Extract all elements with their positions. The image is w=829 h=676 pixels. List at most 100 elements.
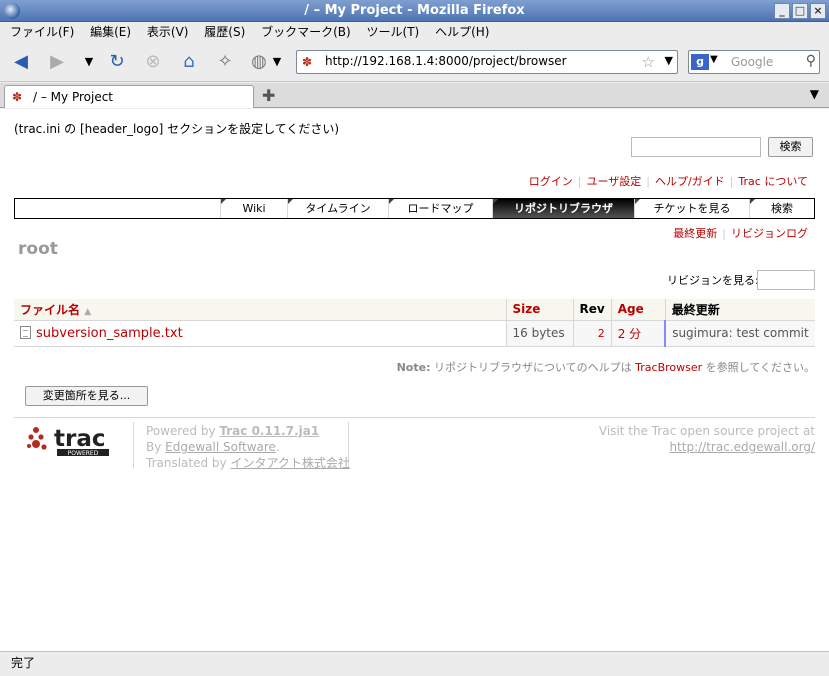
page-title: root <box>18 239 58 259</box>
help-guide-link[interactable]: ヘルプ/ガイド <box>655 175 725 188</box>
bookmark-star-icon[interactable]: ✧ <box>214 52 236 72</box>
bookmark-page-star-icon[interactable]: ☆ <box>642 53 655 71</box>
file-name-cell[interactable]: subversion_sample.txt <box>14 320 506 347</box>
navigation-toolbar: ◀ ▶ ▼ ↻ ⊗ ⌂ ✧ ◍ ▼ ✽ http://192.168.1.4:8… <box>0 42 829 82</box>
nav-browse-source[interactable]: リポジトリブラウザ <box>492 199 634 218</box>
column-header-size[interactable]: Size <box>505 299 573 321</box>
menu-tools[interactable]: ツール(T) <box>367 25 420 39</box>
close-icon[interactable]: × <box>810 3 826 19</box>
file-rev-link[interactable]: 2 <box>572 320 612 347</box>
status-bar: 完了 <box>0 651 829 676</box>
menu-file[interactable]: ファイル(F) <box>10 25 74 39</box>
back-icon[interactable]: ◀ <box>10 52 32 72</box>
column-header-name[interactable]: ファイル名 ▲ <box>14 299 506 321</box>
globe-dropdown-icon[interactable]: ▼ <box>266 52 288 72</box>
by-text: By <box>146 440 162 454</box>
column-header-last-change: 最終更新 <box>664 299 815 321</box>
visit-trac-block: Visit the Trac open source project at ht… <box>599 423 815 455</box>
new-tab-icon[interactable]: ✚ <box>262 86 275 105</box>
forward-icon[interactable]: ▶ <box>46 52 68 72</box>
menu-history[interactable]: 履歴(S) <box>204 25 245 39</box>
menu-bookmarks[interactable]: ブックマーク(B) <box>261 25 351 39</box>
tab-list-dropdown-icon[interactable]: ▼ <box>810 87 819 101</box>
file-name-link[interactable]: subversion_sample.txt <box>36 326 183 341</box>
nav-view-tickets[interactable]: チケットを見る <box>634 199 749 218</box>
maximize-icon[interactable]: □ <box>792 3 808 19</box>
tab-my-project[interactable]: ✽ / – My Project <box>4 85 254 108</box>
revision-log-link[interactable]: リビジョンログ <box>731 227 808 240</box>
search-placeholder: Google <box>731 55 774 69</box>
help-note-text: リポジトリブラウザについてのヘルプは <box>433 361 632 374</box>
directory-listing: ファイル名 ▲ Size Rev Age 最終更新 subversion_sam… <box>14 299 815 347</box>
status-text: 完了 <box>11 656 36 670</box>
nav-roadmap[interactable]: ロードマップ <box>388 199 492 218</box>
meta-navigation: ログイン | ユーザ設定 | ヘルプ/ガイド | Trac について <box>528 175 808 188</box>
context-navigation: 最終更新 | リビジョンログ <box>673 227 808 240</box>
translated-by-text: Translated by <box>146 456 227 470</box>
page-content: (trac.ini の [header_logo] セクションを設定してください… <box>0 109 829 651</box>
nav-search[interactable]: 検索 <box>749 199 814 218</box>
trac-browser-link[interactable]: TracBrowser <box>635 361 702 374</box>
preferences-link[interactable]: ユーザ設定 <box>586 175 641 188</box>
powered-by-text: Powered by <box>146 424 216 438</box>
trac-version-link[interactable]: Trac 0.11.7.ja1 <box>219 424 319 438</box>
reload-icon[interactable]: ↻ <box>106 52 128 72</box>
url-bar[interactable]: ✽ http://192.168.1.4:8000/project/browse… <box>296 50 678 74</box>
trac-search-button[interactable]: 検索 <box>768 137 813 157</box>
minimize-icon[interactable]: _ <box>774 3 790 19</box>
menu-edit[interactable]: 編集(E) <box>90 25 131 39</box>
login-link[interactable]: ログイン <box>529 175 573 188</box>
file-size-cell: 16 bytes <box>505 320 573 347</box>
tab-favicon-icon: ✽ <box>12 90 23 104</box>
help-note-suffix: を参照してください。 <box>705 361 815 374</box>
url-text: http://192.168.1.4:8000/project/browser <box>325 54 567 68</box>
tab-label: / – My Project <box>33 90 113 104</box>
home-icon[interactable]: ⌂ <box>178 52 200 72</box>
nav-wiki[interactable]: Wiki <box>220 199 287 218</box>
menu-bar: ファイル(F) 編集(E) 表示(V) 履歴(S) ブックマーク(B) ツール(… <box>0 22 829 42</box>
trac-website-link[interactable]: http://trac.edgewall.org/ <box>599 439 815 455</box>
history-dropdown-icon[interactable]: ▼ <box>78 52 100 72</box>
revision-input[interactable] <box>757 270 815 290</box>
stop-icon[interactable]: ⊗ <box>142 52 164 72</box>
trac-logo[interactable]: trac POWERED <box>27 423 111 457</box>
file-age-link[interactable]: 2 分 <box>610 320 666 347</box>
nav-timeline[interactable]: タイムライン <box>287 199 388 218</box>
header-logo-note: (trac.ini の [header_logo] セクションを設定してください… <box>14 122 340 136</box>
sort-ascending-icon: ▲ <box>84 306 92 317</box>
visit-text: Visit the Trac open source project at <box>598 424 815 438</box>
engine-dropdown-icon[interactable]: ▼ <box>710 54 718 65</box>
by-period: . <box>275 440 280 454</box>
file-icon <box>20 325 31 339</box>
tab-bar: ✽ / – My Project ✚ ▼ <box>0 83 829 108</box>
url-dropdown-icon[interactable]: ▼ <box>665 54 673 67</box>
view-changes-button[interactable]: 変更箇所を見る... <box>25 386 148 406</box>
trac-logo-subtext: POWERED <box>68 450 99 457</box>
last-change-link[interactable]: 最終更新 <box>673 227 717 240</box>
footer-divider <box>14 417 815 418</box>
trac-search-input[interactable] <box>631 137 761 157</box>
site-favicon-icon: ✽ <box>302 55 313 69</box>
google-engine-icon[interactable]: g <box>691 54 709 70</box>
table-row: subversion_sample.txt 16 bytes 2 2 分 sug… <box>14 320 815 347</box>
edgewall-link[interactable]: Edgewall Software <box>165 440 276 454</box>
help-note-label: Note: <box>396 361 431 374</box>
menu-help[interactable]: ヘルプ(H) <box>435 25 489 39</box>
trac-logo-text: trac <box>54 426 106 452</box>
main-navigation: Wiki タイムライン ロードマップ リポジトリブラウザ チケットを見る 検索 <box>14 198 815 219</box>
file-last-change: sugimura: test commit <box>664 320 815 347</box>
web-search-box[interactable]: g ▼ Google ⚲ <box>688 50 820 74</box>
search-magnifier-icon[interactable]: ⚲ <box>806 53 816 69</box>
about-trac-link[interactable]: Trac について <box>738 175 808 188</box>
column-header-age[interactable]: Age <box>610 299 666 321</box>
revision-label: リビジョンを見る: <box>667 274 759 287</box>
interact-link[interactable]: インタアクト株式会社 <box>230 456 349 470</box>
window-title: / – My Project - Mozilla Firefox <box>304 3 525 18</box>
menu-view[interactable]: 表示(V) <box>147 25 189 39</box>
powered-by-block: Powered by Trac 0.11.7.ja1 By Edgewall S… <box>146 423 350 471</box>
help-note: Note: リポジトリブラウザについてのヘルプは TracBrowser を参照… <box>397 359 815 375</box>
column-header-rev[interactable]: Rev <box>572 299 612 321</box>
window-titlebar: / – My Project - Mozilla Firefox _ □ × <box>0 0 829 22</box>
firefox-icon[interactable] <box>4 3 20 19</box>
footer-separator <box>133 422 134 468</box>
